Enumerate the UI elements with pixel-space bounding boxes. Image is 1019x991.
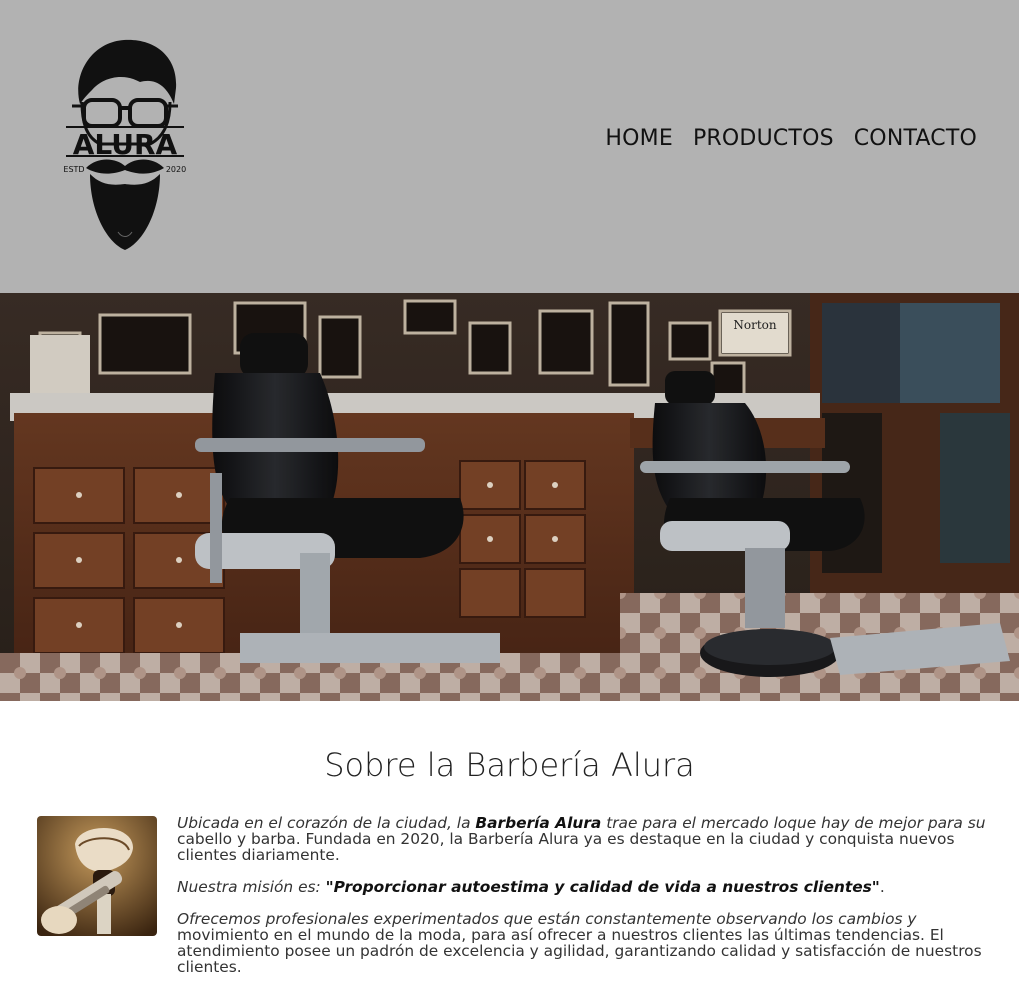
about-paragraph-3: Ofrecemos profesionales experimentados q… xyxy=(177,911,987,975)
mission-quote: "Proporcionar autoestima y calidad de vi… xyxy=(325,878,880,896)
barber-logo-icon: ALURA ESTD 2020 xyxy=(63,39,186,250)
nav-contact[interactable]: CONTACTO xyxy=(854,126,977,151)
nav-home[interactable]: HOME xyxy=(605,126,673,151)
about-paragraph-1: Ubicada en el corazón de la ciudad, la B… xyxy=(177,815,987,863)
main-nav: HOME PRODUCTOS CONTACTO xyxy=(585,126,977,151)
logo-year: 2020 xyxy=(166,165,186,174)
about-paragraph-2: Nuestra misión es: "Proporcionar autoest… xyxy=(177,879,987,895)
mission-label: Nuestra misión es: xyxy=(177,878,326,896)
mission-end: . xyxy=(879,878,885,896)
p3-rest: movimiento en el mundo de la moda, para … xyxy=(177,926,982,976)
barbershop-photo: Norton xyxy=(0,293,1019,701)
shaving-kit-image xyxy=(37,816,157,936)
about-title: Sobre la Barbería Alura xyxy=(324,746,695,784)
alura-logo[interactable]: ALURA ESTD 2020 xyxy=(62,34,188,256)
logo-estd: ESTD xyxy=(63,165,84,174)
hero-banner: Norton xyxy=(0,293,1019,701)
shaving-brush-icon xyxy=(37,816,157,936)
logo-wordmark: ALURA xyxy=(73,128,178,161)
nav-products[interactable]: PRODUCTOS xyxy=(693,126,834,151)
site-header: ALURA ESTD 2020 HOME PRODUCTOS CONTACTO xyxy=(0,0,1019,293)
about-text: Ubicada en el corazón de la ciudad, la B… xyxy=(177,815,987,991)
p1-rest: cabello y barba. Fundada en 2020, la Bar… xyxy=(177,830,955,864)
